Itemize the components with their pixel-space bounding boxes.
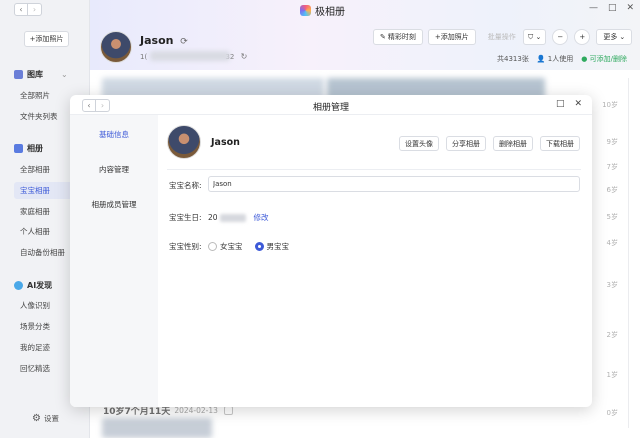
gender-radio-group: 女宝宝 男宝宝	[208, 241, 289, 252]
dialog-tabs: 基础信息 内容管理 相册成员管理	[70, 115, 158, 407]
share-album-button[interactable]: 分享相册	[446, 136, 486, 151]
app-title: 极相册	[300, 3, 345, 18]
highlights-button[interactable]: ✎ 精彩时刻	[373, 29, 423, 45]
sidebar-item-memories[interactable]: 回忆精选	[20, 363, 50, 374]
album-owner-name: Jason ⟳	[140, 34, 188, 47]
user-count: 👤 1人使用	[536, 55, 574, 63]
sidebar-item-personal-album[interactable]: 个人相册	[20, 226, 50, 237]
blurred-id	[150, 51, 230, 61]
album-stats: 共4313张 👤 1人使用 ● 可添加/删除	[497, 54, 627, 64]
close-icon[interactable]: ✕	[626, 3, 634, 13]
avatar[interactable]	[100, 31, 132, 63]
tab-basic-info[interactable]: 基础信息	[70, 129, 158, 140]
set-avatar-button[interactable]: 设置头像	[399, 136, 439, 151]
album-actions: 设置头像 分享相册 删除相册 下载相册	[399, 136, 580, 151]
dialog-nav: ‹ ›	[82, 99, 110, 112]
gallery-icon	[14, 70, 23, 79]
gender-label: 宝宝性别:	[169, 242, 202, 251]
back-icon[interactable]: ‹	[14, 3, 28, 16]
birthday-value: 20 修改	[208, 212, 269, 223]
birthday-label: 宝宝生日:	[169, 213, 202, 222]
user-icon: 👤	[536, 55, 546, 63]
close-icon[interactable]: ✕	[574, 99, 582, 109]
minimize-icon[interactable]: —	[589, 3, 598, 13]
chevron-down-icon[interactable]: ⌄	[61, 70, 68, 79]
maximize-icon[interactable]: □	[556, 99, 565, 109]
sidebar-item-footprints[interactable]: 我的足迹	[20, 342, 50, 353]
tab-content-manage[interactable]: 内容管理	[70, 164, 158, 175]
settings-button[interactable]: ⚙ 设置	[32, 413, 59, 424]
gender-option-boy[interactable]: 男宝宝	[254, 241, 289, 252]
refresh-icon[interactable]: ⟳	[180, 37, 188, 47]
album-name: Jason	[211, 137, 240, 148]
add-photo-button[interactable]: +添加照片	[24, 31, 69, 47]
gender-option-girl[interactable]: 女宝宝	[208, 241, 243, 252]
album-manage-dialog: 相册管理 ‹ › □ ✕ 基础信息 内容管理 相册成员管理 Jason 设置头像…	[70, 95, 592, 407]
photo-count: 共4313张	[497, 55, 529, 63]
zoom-out-icon[interactable]: −	[552, 29, 569, 45]
sidebar-item-folders[interactable]: 文件夹列表	[20, 111, 58, 122]
batch-button[interactable]: 批量操作	[481, 29, 523, 45]
download-album-button[interactable]: 下载相册	[540, 136, 580, 151]
reload-icon[interactable]: ↻	[241, 52, 248, 61]
sidebar-item-all-albums[interactable]: 全部相册	[20, 164, 50, 175]
dialog-window-controls: □ ✕	[556, 99, 582, 109]
sidebar-item-all-photos[interactable]: 全部照片	[20, 90, 50, 101]
header-toolbar: ✎ 精彩时刻 +添加照片 批量操作	[373, 29, 523, 45]
sidebar-group-library[interactable]: 图库 ⌄	[14, 69, 68, 80]
app-logo-icon	[300, 5, 311, 16]
blurred-date	[219, 213, 246, 222]
forward-icon[interactable]: ›	[96, 99, 110, 112]
avatar[interactable]	[167, 125, 201, 159]
dialog-title: 相册管理	[312, 103, 349, 113]
album-icon	[14, 144, 23, 153]
divider	[167, 169, 581, 170]
baby-name-label: 宝宝名称:	[169, 181, 202, 190]
ai-icon	[14, 281, 23, 290]
forward-icon[interactable]: ›	[28, 3, 42, 16]
edit-birthday-link[interactable]: 修改	[254, 212, 269, 223]
zoom-in-icon[interactable]: +	[574, 29, 591, 45]
back-icon[interactable]: ‹	[82, 99, 96, 112]
dialog-body: Jason 设置头像 分享相册 删除相册 下载相册 宝宝名称: 宝宝生日: 20…	[158, 115, 592, 407]
gear-icon: ⚙	[32, 413, 41, 424]
sidebar-item-family-album[interactable]: 家庭相册	[20, 206, 50, 217]
wand-icon: ✎	[380, 33, 386, 41]
header-add-photo-button[interactable]: +添加照片	[427, 29, 476, 45]
maximize-icon[interactable]: □	[608, 3, 617, 13]
baby-name-input[interactable]	[208, 176, 580, 192]
sidebar-item-faces[interactable]: 人像识别	[20, 300, 50, 311]
sidebar-group-albums[interactable]: 相册	[14, 143, 43, 154]
sidebar-item-scenes[interactable]: 场景分类	[20, 321, 50, 332]
window-controls: — □ ✕	[589, 3, 634, 13]
delete-album-button[interactable]: 删除相册	[493, 136, 533, 151]
sidebar-item-auto-backup[interactable]: 自动备份相册	[20, 247, 65, 258]
dialog-header: 相册管理 ‹ › □ ✕	[70, 95, 592, 115]
view-toolbar: ⛉ ⌄ − + 更多 ⌄	[523, 29, 633, 45]
tab-member-manage[interactable]: 相册成员管理	[70, 199, 158, 210]
chevron-down-icon: ⌄	[619, 33, 626, 41]
permission-status: ● 可添加/删除	[581, 55, 627, 63]
filter-icon[interactable]: ⛉ ⌄	[523, 29, 547, 45]
radio-button[interactable]	[208, 242, 217, 251]
more-button[interactable]: 更多 ⌄	[596, 29, 633, 45]
sidebar-group-ai[interactable]: AI发现	[14, 280, 52, 291]
nav-arrows: ‹ ›	[14, 3, 42, 16]
radio-button[interactable]	[254, 242, 264, 251]
